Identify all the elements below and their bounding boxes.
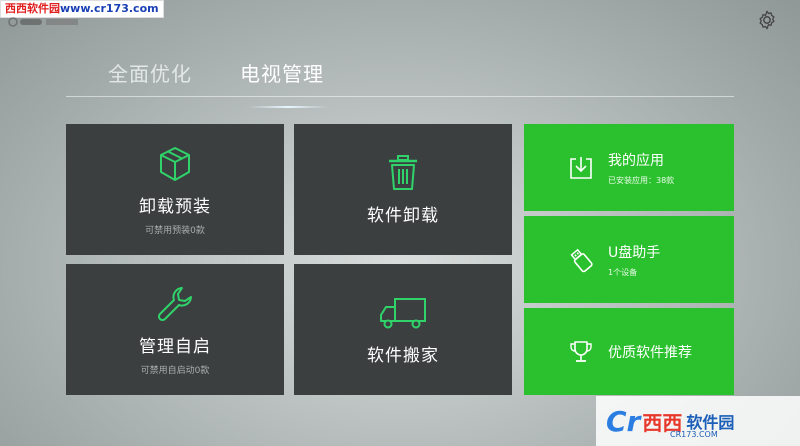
tile-title: 优质软件推荐 — [608, 344, 692, 361]
tab-tv-manage[interactable]: 电视管理 — [240, 58, 328, 108]
tile-my-apps[interactable]: 我的应用 已安装应用：38款 — [524, 124, 734, 211]
tile-usb-helper[interactable]: U盘助手 1个设备 — [524, 216, 734, 303]
tile-title: U盘助手 — [608, 244, 661, 261]
tile-manage-autostart[interactable]: 管理自启 可禁用自启动0款 — [66, 264, 284, 395]
usb-icon — [570, 248, 593, 272]
trash-icon — [389, 155, 417, 190]
tab-full-optimize[interactable]: 全面优化 — [108, 58, 192, 98]
tile-subtitle: 已安装应用：38款 — [608, 175, 675, 185]
tile-title: 卸载预装 — [139, 196, 211, 217]
watermark-cr: Cr — [606, 404, 641, 438]
download-icon — [570, 156, 592, 179]
tile-uninstall-preinstalled[interactable]: 卸载预装 可禁用预装0款 — [66, 124, 284, 255]
settings-gear-icon[interactable] — [756, 9, 778, 31]
watermark-url: www.cr173.com — [60, 2, 159, 15]
tabs-divider — [66, 96, 734, 97]
tile-software-uninstall[interactable]: 软件卸载 — [294, 124, 512, 255]
wrench-icon — [157, 286, 192, 321]
main-tabs: 全面优化 电视管理 — [108, 58, 328, 108]
tile-software-move[interactable]: 软件搬家 — [294, 264, 512, 395]
top-bar: 西西软件园www.cr173.com — [0, 0, 800, 40]
tile-title: 管理自启 — [139, 336, 211, 357]
tile-recommended[interactable]: 优质软件推荐 — [524, 308, 734, 395]
tile-title: 软件搬家 — [367, 346, 439, 366]
tile-title: 我的应用 — [608, 152, 664, 169]
truck-icon — [380, 298, 426, 329]
site-watermark: 西西软件园www.cr173.com — [0, 0, 164, 18]
box-icon — [160, 146, 190, 181]
tile-subtitle: 可禁用自启动0款 — [140, 365, 210, 376]
watermark-bottom-url: CR173.COM — [670, 430, 718, 439]
tile-subtitle: 可禁用预装0款 — [145, 225, 205, 236]
app-logo-icon — [8, 17, 78, 27]
tile-title: 软件卸载 — [367, 206, 439, 226]
tile-subtitle: 1个设备 — [608, 267, 638, 277]
site-logo-watermark: Cr 西西 软件园 CR173.COM — [596, 396, 800, 446]
watermark-site-name: 西西软件园 — [5, 2, 60, 15]
trophy-icon — [570, 340, 592, 362]
